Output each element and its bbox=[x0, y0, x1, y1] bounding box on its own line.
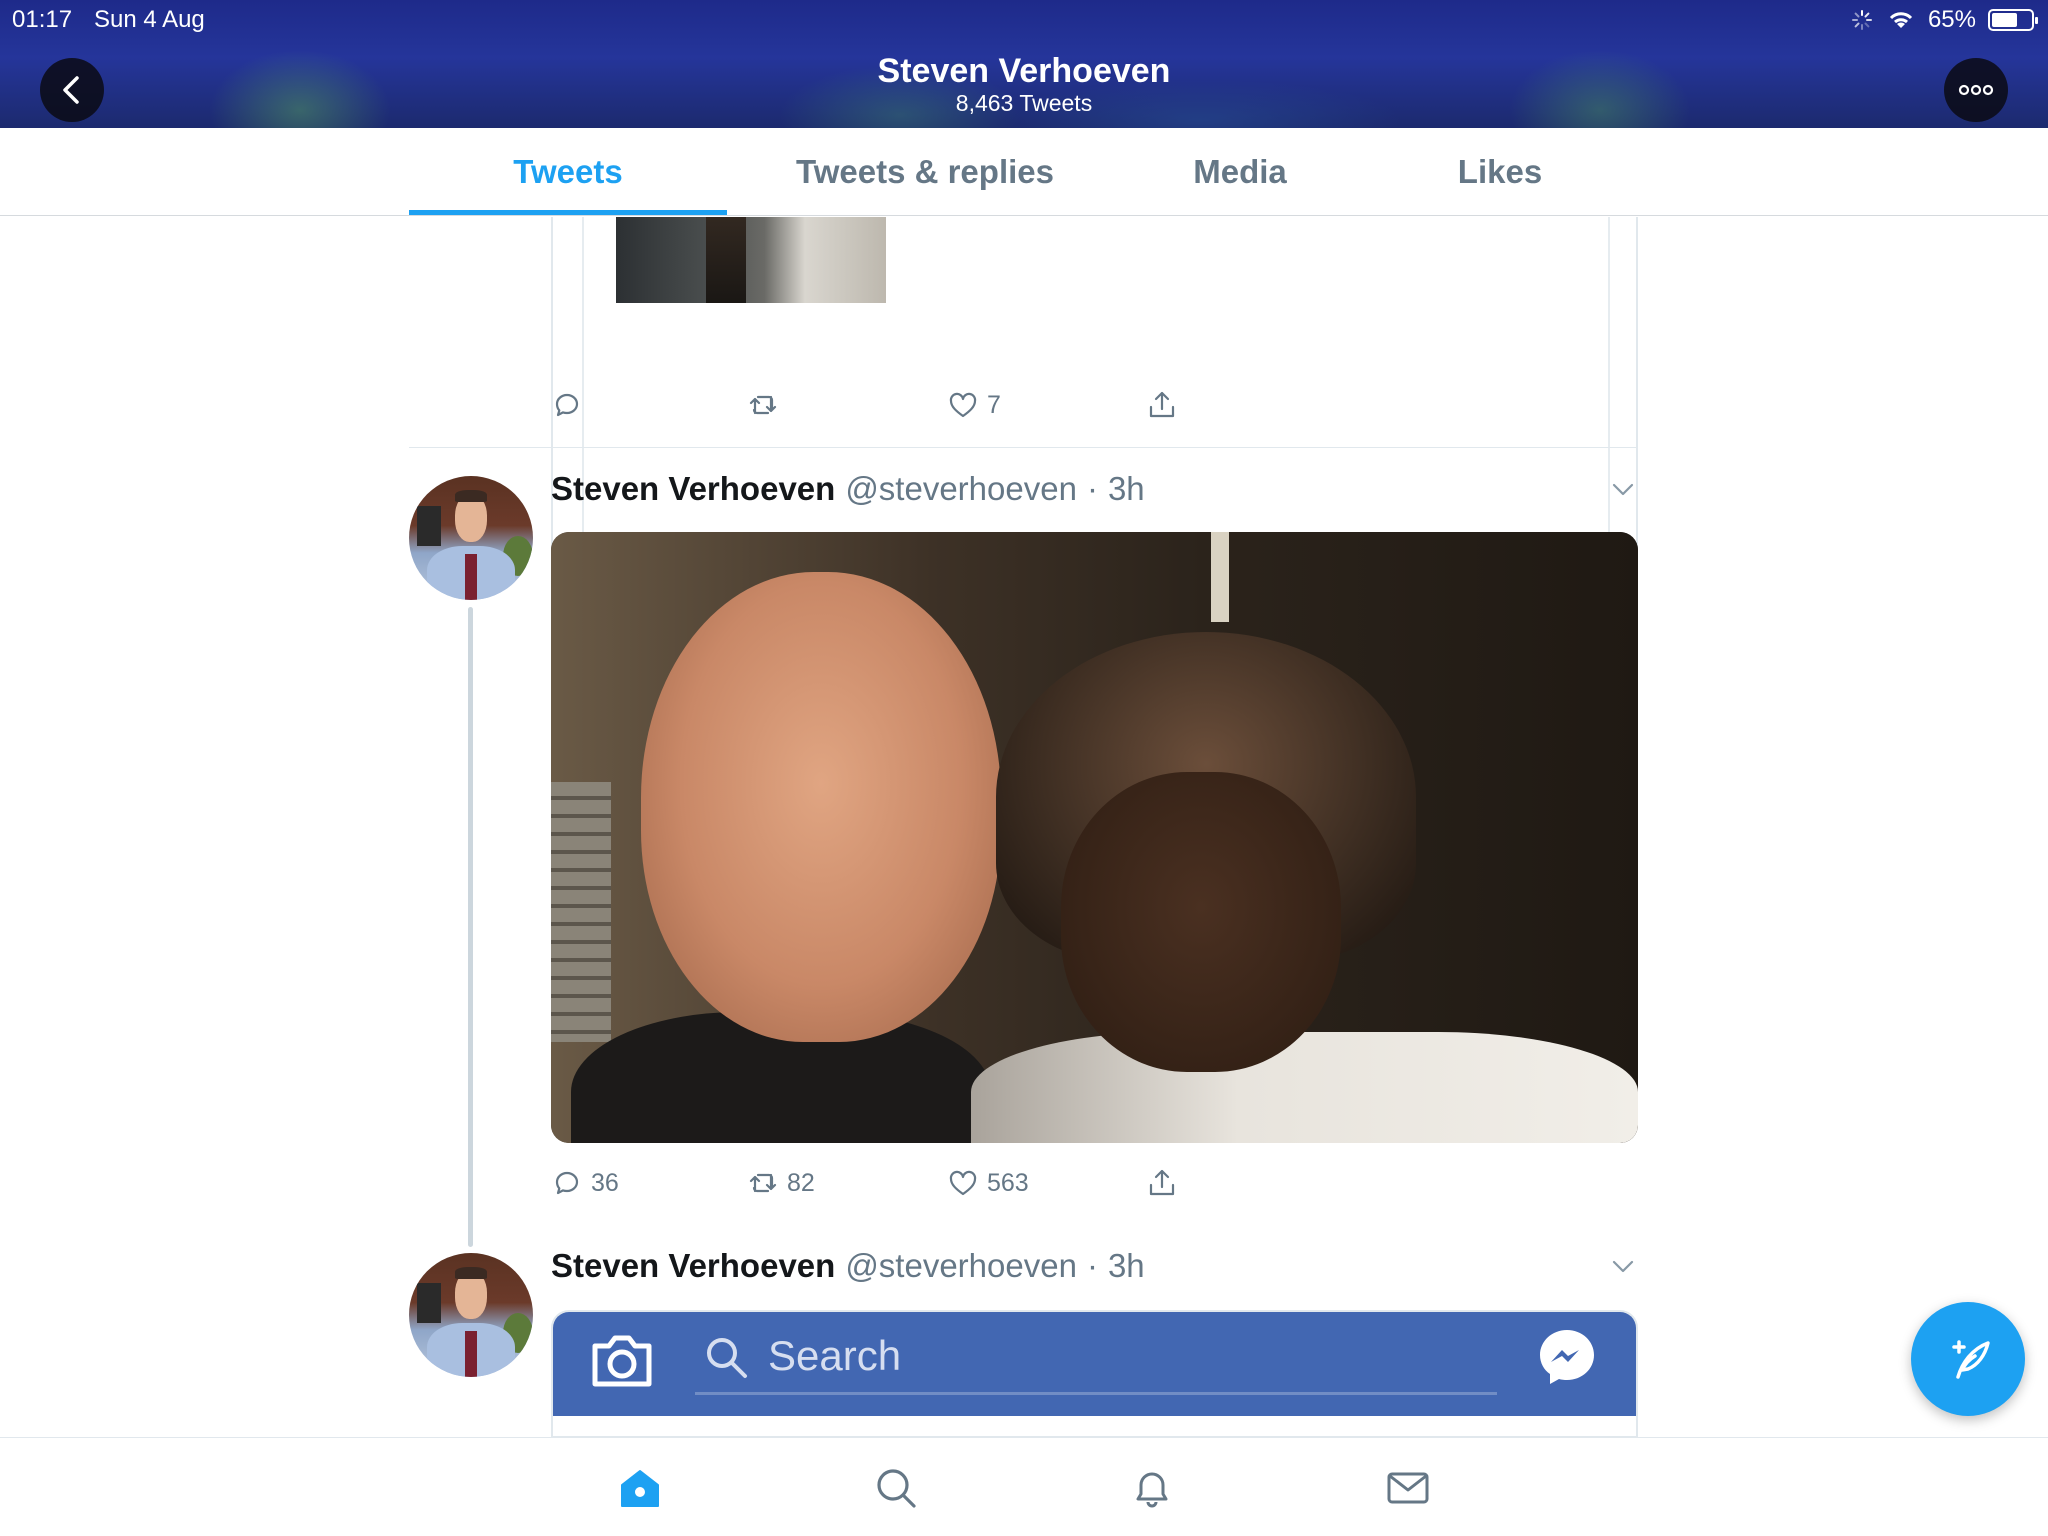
like-icon bbox=[949, 1170, 977, 1196]
more-icon bbox=[1958, 84, 1994, 96]
share-icon bbox=[1149, 1169, 1175, 1196]
compose-icon bbox=[1952, 1340, 1990, 1379]
tweet-author-handle[interactable]: @steverhoeven bbox=[845, 1247, 1077, 1285]
tweet-feed[interactable]: 7 Steven Verhoeven @steverhoeven · 3h 36 bbox=[0, 217, 2048, 1437]
like-icon bbox=[949, 392, 977, 418]
tweet-separator: · bbox=[1086, 470, 1098, 507]
status-indicators: 65% bbox=[1850, 6, 2038, 34]
tab-tweets[interactable]: Tweets bbox=[409, 128, 727, 216]
reply-button[interactable]: 36 bbox=[551, 1167, 619, 1199]
share-icon bbox=[1149, 391, 1175, 418]
tweet-separator: · bbox=[1086, 1247, 1098, 1284]
share-button[interactable] bbox=[1146, 1167, 1178, 1199]
reply-count: 36 bbox=[591, 1168, 619, 1197]
profile-tabs: Tweets Tweets & replies Media Likes bbox=[0, 128, 2048, 216]
camera-icon bbox=[592, 1335, 652, 1387]
tweet-time[interactable]: 3h bbox=[1108, 1247, 1145, 1285]
embedded-app-bar: Search bbox=[553, 1312, 1636, 1416]
profile-name-title: Steven Verhoeven bbox=[877, 52, 1171, 90]
share-button[interactable] bbox=[1146, 389, 1178, 421]
like-button[interactable]: 7 bbox=[947, 389, 1001, 421]
tab-likes[interactable]: Likes bbox=[1400, 128, 1600, 216]
retweet-count: 82 bbox=[787, 1168, 815, 1197]
tweet-author-handle[interactable]: @steverhoeven bbox=[845, 470, 1077, 508]
embedded-search-placeholder: Search bbox=[768, 1332, 902, 1379]
messages-icon[interactable] bbox=[1386, 1466, 1430, 1510]
profile-header: 01:17 Sun 4 Aug 65% Steven Verhoeven 8,4… bbox=[0, 0, 2048, 128]
reply-button[interactable] bbox=[551, 389, 591, 421]
retweet-icon bbox=[749, 395, 777, 415]
reply-icon bbox=[555, 393, 579, 417]
more-button[interactable] bbox=[1944, 58, 2008, 122]
activity-spinner-icon bbox=[1851, 10, 1872, 30]
retweet-icon bbox=[749, 1173, 777, 1193]
tab-tweets-and-replies[interactable]: Tweets & replies bbox=[760, 128, 1090, 216]
like-count: 7 bbox=[987, 390, 1001, 419]
tweet-author-name[interactable]: Steven Verhoeven bbox=[551, 1247, 835, 1285]
status-time: 01:17 bbox=[12, 6, 73, 33]
tweet-header: Steven Verhoeven @steverhoeven · 3h bbox=[551, 1247, 1145, 1285]
battery-percent: 65% bbox=[1927, 6, 1976, 33]
search-icon bbox=[707, 1338, 747, 1378]
quoted-tweet-image[interactable] bbox=[616, 217, 886, 303]
retweet-button[interactable] bbox=[747, 389, 787, 421]
bottom-navigation bbox=[0, 1437, 2048, 1536]
notifications-icon[interactable] bbox=[1130, 1466, 1174, 1510]
retweet-button[interactable]: 82 bbox=[747, 1167, 815, 1199]
search-icon[interactable] bbox=[874, 1466, 918, 1510]
status-date: Sun 4 Aug bbox=[94, 6, 205, 33]
like-count: 563 bbox=[987, 1168, 1029, 1197]
chevron-down-icon[interactable] bbox=[1608, 474, 1638, 504]
quoted-tweet-card[interactable] bbox=[551, 217, 1638, 583]
tweet-header: Steven Verhoeven @steverhoeven · 3h bbox=[551, 470, 1145, 508]
battery-icon bbox=[1988, 9, 2038, 31]
tweet-screenshot-image[interactable]: Search bbox=[551, 1310, 1638, 1437]
chevron-down-icon[interactable] bbox=[1608, 1251, 1638, 1281]
wifi-icon bbox=[1889, 12, 1913, 28]
tab-media[interactable]: Media bbox=[1140, 128, 1340, 216]
active-tab-indicator bbox=[409, 210, 727, 215]
tweet-count: 8,463 Tweets bbox=[955, 90, 1093, 116]
messenger-icon bbox=[1540, 1330, 1594, 1384]
avatar[interactable] bbox=[409, 1253, 533, 1377]
tweet-photo[interactable] bbox=[551, 532, 1638, 1143]
compose-tweet-button[interactable] bbox=[1911, 1302, 2025, 1416]
home-icon[interactable] bbox=[618, 1466, 662, 1510]
reply-icon bbox=[555, 1171, 579, 1195]
tweet-divider bbox=[409, 447, 1638, 448]
like-button[interactable]: 563 bbox=[947, 1167, 1029, 1199]
tweet-time[interactable]: 3h bbox=[1108, 470, 1145, 508]
thread-connector bbox=[468, 607, 473, 1247]
embedded-search-underline bbox=[695, 1392, 1497, 1395]
avatar[interactable] bbox=[409, 476, 533, 600]
tweet-author-name[interactable]: Steven Verhoeven bbox=[551, 470, 835, 508]
